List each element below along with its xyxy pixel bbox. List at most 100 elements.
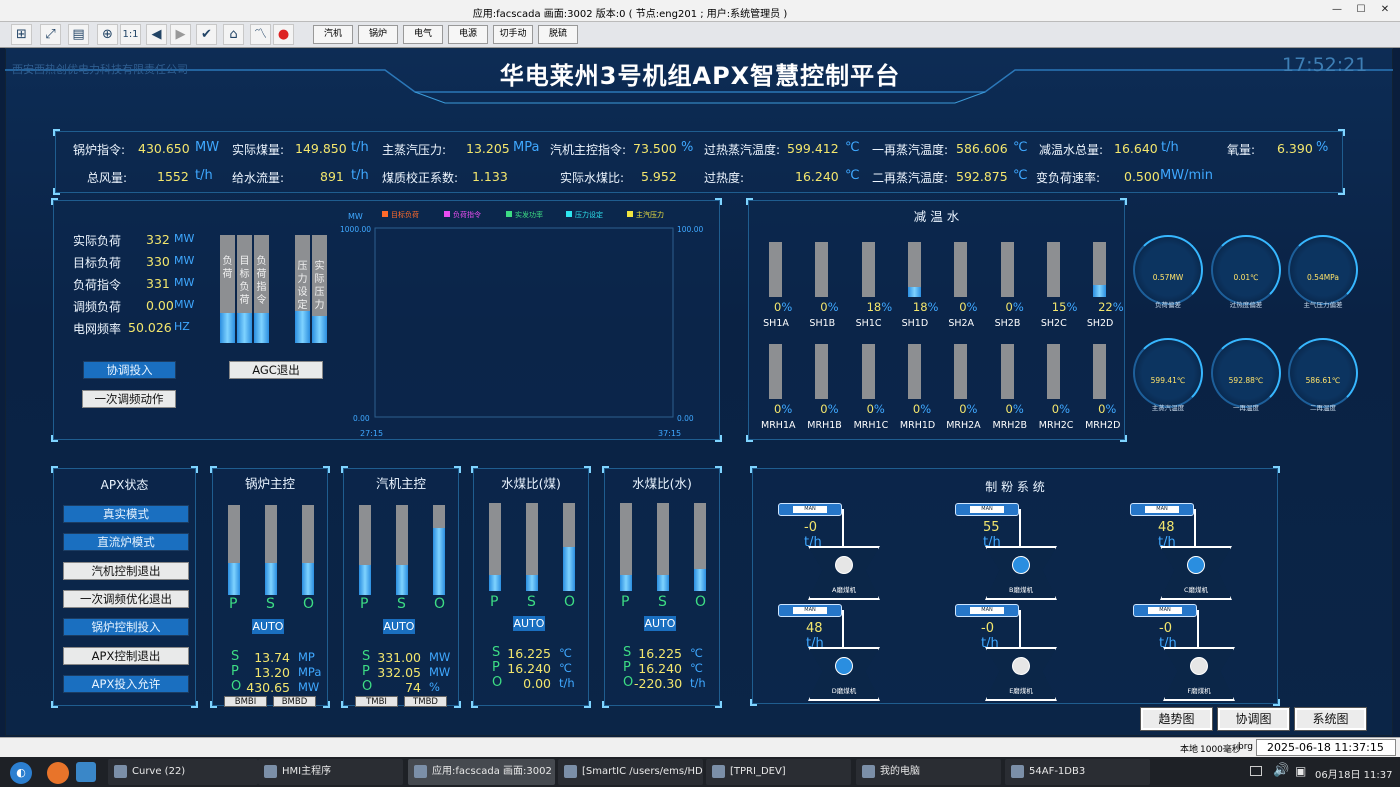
coord-view-button[interactable]: 协调图: [1217, 707, 1290, 731]
layout-icon[interactable]: ⊞: [11, 24, 32, 45]
panel-corner: [191, 466, 198, 473]
control-small-button[interactable]: TMBD: [404, 696, 447, 707]
taskbar-task[interactable]: [TPRI_DEV]: [706, 759, 851, 785]
close-button[interactable]: ✕: [1378, 3, 1392, 17]
minimize-button[interactable]: —: [1330, 3, 1344, 17]
taskbar-task[interactable]: 我的电脑: [856, 759, 1001, 785]
valve-percent-unit: %: [920, 402, 932, 416]
maximize-button[interactable]: ☐: [1354, 3, 1368, 17]
trend-icon[interactable]: 〽: [250, 24, 271, 45]
chart-xtick: 37:15: [658, 429, 681, 438]
control-small-button[interactable]: BMBI: [224, 696, 267, 707]
summary-unit: MW/min: [1160, 168, 1213, 183]
primary-freq-button[interactable]: 一次调频动作: [82, 390, 176, 408]
start-menu-icon[interactable]: ◐: [10, 762, 32, 784]
taskbar-task[interactable]: Curve (22): [108, 759, 258, 785]
valve-percent-value: 18: [866, 300, 882, 314]
control-row-value: 16.225: [638, 646, 682, 661]
chart-legend-label: 压力设定: [575, 210, 603, 219]
control-bar: [228, 505, 240, 595]
mill-pipe: [1194, 509, 1196, 549]
control-small-button[interactable]: BMBD: [273, 696, 316, 707]
feeder-label: MAN: [1148, 607, 1182, 614]
toolbar-button-manual[interactable]: 切手动: [493, 25, 533, 44]
panel-corner: [341, 466, 348, 473]
apx-status-item[interactable]: APX控制退出: [63, 646, 189, 665]
load-unit: MW: [174, 254, 195, 267]
trend-view-button[interactable]: 趋势图: [1140, 707, 1213, 731]
panel-corner: [51, 435, 58, 442]
firefox-icon[interactable]: [47, 762, 69, 784]
toolbar-button-desulfur[interactable]: 脱硫: [538, 25, 578, 44]
chart-legend-swatch: [382, 211, 388, 217]
valve-percent-value: 0: [820, 300, 828, 314]
control-row-unit: MP: [298, 650, 315, 664]
summary-label: 主蒸汽压力:: [382, 143, 447, 157]
mill-flow-value: 48: [806, 621, 823, 636]
print-icon[interactable]: ▤: [68, 24, 89, 45]
valve-bar: [907, 344, 921, 399]
fullscreen-icon[interactable]: ⤢: [40, 24, 61, 45]
status-interval: 1000毫秒: [1200, 745, 1241, 755]
load-bar: 目标负荷: [237, 235, 252, 343]
control-bar-fill: [265, 562, 277, 595]
feeder-label: MAN: [970, 607, 1004, 614]
control-small-button[interactable]: TMBI: [355, 696, 398, 707]
taskbar-clock[interactable]: 06月18日 11:37: [1315, 766, 1392, 781]
apx-status-item[interactable]: 一次调频优化退出: [63, 589, 189, 608]
panel-corner: [454, 466, 461, 473]
chart-legend-swatch: [506, 211, 512, 217]
valve-percent-unit: %: [1105, 402, 1117, 416]
control-title: 水煤比(煤): [501, 476, 561, 491]
agc-exit-button[interactable]: AGC退出: [229, 361, 323, 379]
task-label: 我的电脑: [880, 766, 920, 777]
apx-status-item[interactable]: 汽机控制退出: [63, 561, 189, 580]
auto-mode-badge[interactable]: AUTO: [383, 619, 415, 634]
task-label: [SmartIC /users/ems/HD...: [582, 766, 703, 777]
auto-mode-badge[interactable]: AUTO: [252, 619, 284, 634]
actual-size-icon[interactable]: 1:1: [120, 24, 141, 45]
coord-enable-button[interactable]: 协调投入: [83, 361, 176, 379]
control-bar: [359, 505, 371, 595]
toolbar-button-boiler[interactable]: 锅炉: [358, 25, 398, 44]
toolbar-button-electric[interactable]: 电气: [403, 25, 443, 44]
zoom-in-icon[interactable]: ⊕: [97, 24, 118, 45]
check-icon[interactable]: ✔: [196, 24, 217, 45]
system-view-button[interactable]: 系统图: [1294, 707, 1367, 731]
control-row-key: O: [231, 679, 242, 694]
control-psl-label: O: [695, 594, 707, 610]
apx-status-item[interactable]: 直流炉模式: [63, 533, 189, 552]
apx-status-item[interactable]: APX投入允许: [63, 674, 189, 693]
network-icon[interactable]: ▣: [1295, 764, 1306, 778]
load-label: 目标负荷: [73, 256, 122, 270]
apx-status-item[interactable]: 真实模式: [63, 505, 189, 523]
back-icon[interactable]: ◀: [146, 24, 167, 45]
taskbar-task[interactable]: [SmartIC /users/ems/HD...: [558, 759, 703, 785]
load-unit: HZ: [174, 320, 190, 333]
valve-percent-unit: %: [1059, 402, 1071, 416]
apx-status-item[interactable]: 锅炉控制投入: [63, 618, 189, 637]
apx-title: APX状态: [100, 478, 149, 492]
task-label: [TPRI_DEV]: [730, 766, 786, 777]
taskbar-task[interactable]: HMI主程序: [258, 759, 403, 785]
volume-icon[interactable]: 🔊: [1273, 763, 1289, 778]
alarm-icon[interactable]: ●: [273, 24, 294, 45]
file-manager-icon[interactable]: [76, 762, 96, 782]
gauge-caption: 二再温度: [1310, 404, 1336, 412]
chart-plot-area: [374, 227, 674, 418]
load-bar-label: 实际压力: [314, 261, 325, 311]
auto-mode-badge[interactable]: AUTO: [513, 616, 545, 631]
forward-icon[interactable]: ▶: [170, 24, 191, 45]
task-app-icon: [564, 765, 577, 778]
toolbar-button-power[interactable]: 电源: [448, 25, 488, 44]
gauge-caption: 主蒸汽温度: [1151, 404, 1185, 412]
taskbar-task[interactable]: 54AF-1DB3: [1005, 759, 1150, 785]
toolbar-button-turbine[interactable]: 汽机: [313, 25, 353, 44]
load-bar: 负荷: [220, 235, 235, 343]
status-brg: brg: [1238, 742, 1253, 752]
control-bar-fill: [228, 562, 240, 595]
auto-mode-badge[interactable]: AUTO: [644, 616, 676, 631]
tray-keyboard-icon[interactable]: [1250, 766, 1262, 776]
home-icon[interactable]: ⌂: [223, 24, 244, 45]
taskbar-task[interactable]: 应用:facscada 画面:3002 ...: [408, 759, 555, 785]
